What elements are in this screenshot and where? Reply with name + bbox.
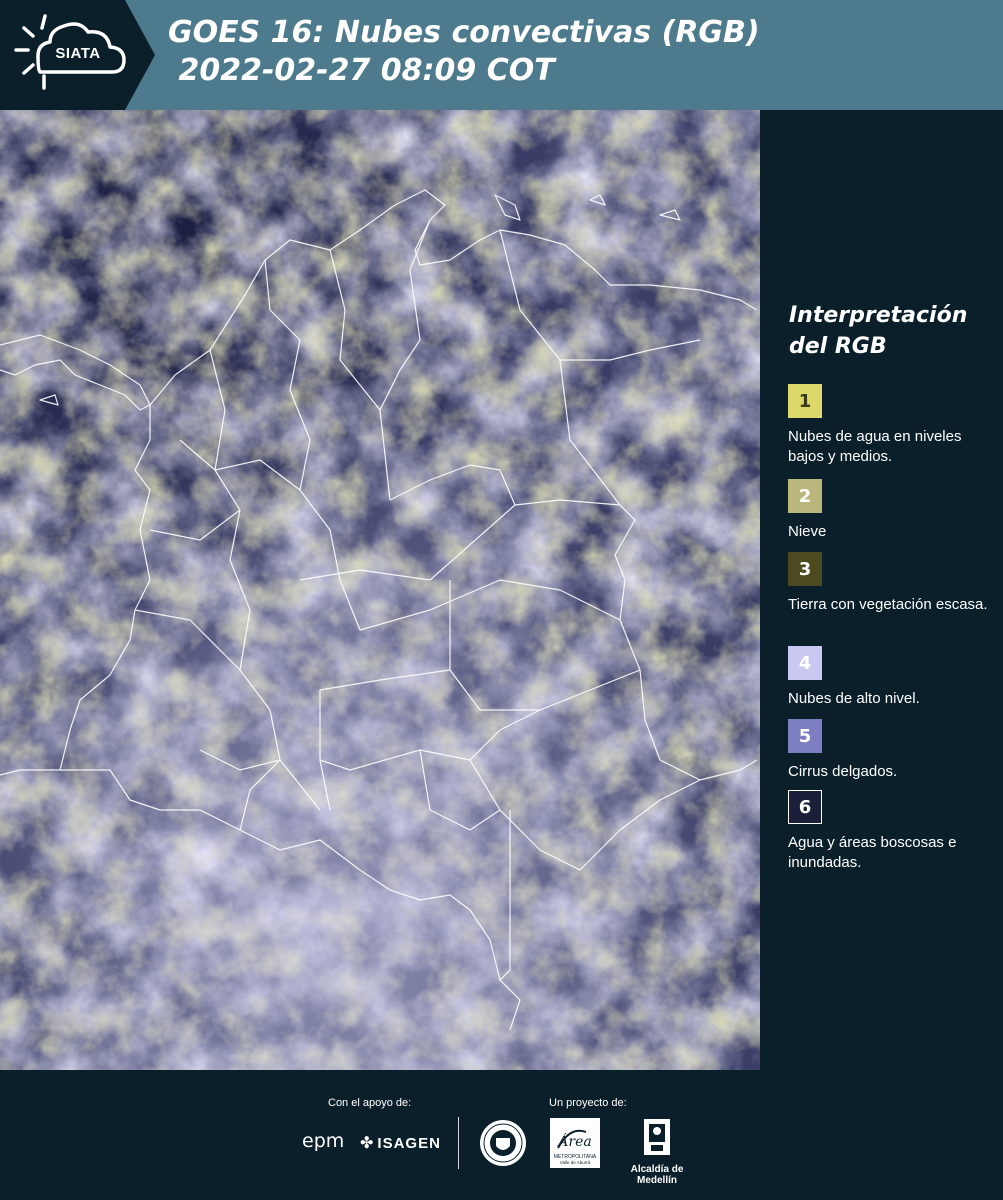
legend-label: Cirrus delgados. bbox=[788, 763, 898, 780]
medellin-seal-icon bbox=[478, 1118, 528, 1173]
svg-text:Valle de Aburrá: Valle de Aburrá bbox=[560, 1160, 591, 1165]
legend-swatch: 1 bbox=[788, 384, 822, 418]
svg-text:Área: Área bbox=[556, 1132, 591, 1150]
legend-label: Nubes de agua en niveles bajos y medios. bbox=[788, 428, 962, 465]
legend-label: Tierra con vegetación escasa. bbox=[788, 596, 988, 613]
isagen-mark-icon: ✤ bbox=[360, 1135, 375, 1152]
legend-item-4: 4 Nubes de alto nivel. bbox=[788, 646, 993, 709]
alcaldia-crest-icon bbox=[644, 1119, 670, 1155]
header-bar: SIATA GOES 16: Nubes convectivas (RGB) 2… bbox=[0, 0, 1003, 110]
footer: Con el apoyo de: Un proyecto de: epm ✤ I… bbox=[0, 1070, 1003, 1200]
legend-item-6: 6 Agua y áreas boscosas e inundadas. bbox=[788, 790, 993, 873]
support-label: Con el apoyo de: bbox=[328, 1097, 412, 1109]
legend-item-3: 3 Tierra con vegetación escasa. bbox=[788, 552, 993, 615]
legend-panel: Interpretación del RGB 1 Nubes de agua e… bbox=[760, 110, 1003, 1070]
legend-swatch: 2 bbox=[788, 479, 822, 513]
legend-item-2: 2 Nieve bbox=[788, 479, 993, 542]
footer-divider bbox=[458, 1117, 459, 1169]
epm-logo: epm bbox=[302, 1130, 345, 1152]
legend-label: Nubes de alto nivel. bbox=[788, 690, 920, 707]
isagen-logo: ✤ ISAGEN bbox=[360, 1133, 441, 1153]
legend-swatch: 4 bbox=[788, 646, 822, 680]
alcaldia-label: Alcaldía de Medellín bbox=[630, 1164, 684, 1186]
legend-swatch: 3 bbox=[788, 552, 822, 586]
legend-swatch: 5 bbox=[788, 719, 822, 753]
alcaldia-logo: Alcaldía de Medellín bbox=[612, 1118, 702, 1186]
legend-swatch: 6 bbox=[788, 790, 822, 824]
legend-item-1: 1 Nubes de agua en niveles bajos y medio… bbox=[788, 384, 993, 467]
siata-logo: SIATA bbox=[0, 0, 155, 110]
project-label: Un proyecto de: bbox=[549, 1097, 627, 1109]
siata-logo-text: SIATA bbox=[55, 45, 101, 62]
satellite-map[interactable] bbox=[0, 110, 760, 1070]
legend-label: Agua y áreas boscosas e inundadas. bbox=[788, 834, 957, 871]
legend-label: Nieve bbox=[788, 523, 827, 540]
page-title: GOES 16: Nubes convectivas (RGB) 2022-02… bbox=[168, 15, 760, 88]
legend-title: Interpretación del RGB bbox=[789, 303, 968, 359]
area-metropolitana-logo: Área METROPOLITANA Valle de Aburrá bbox=[550, 1118, 600, 1173]
isagen-logo-text: ISAGEN bbox=[377, 1134, 441, 1152]
legend-item-5: 5 Cirrus delgados. bbox=[788, 719, 993, 782]
